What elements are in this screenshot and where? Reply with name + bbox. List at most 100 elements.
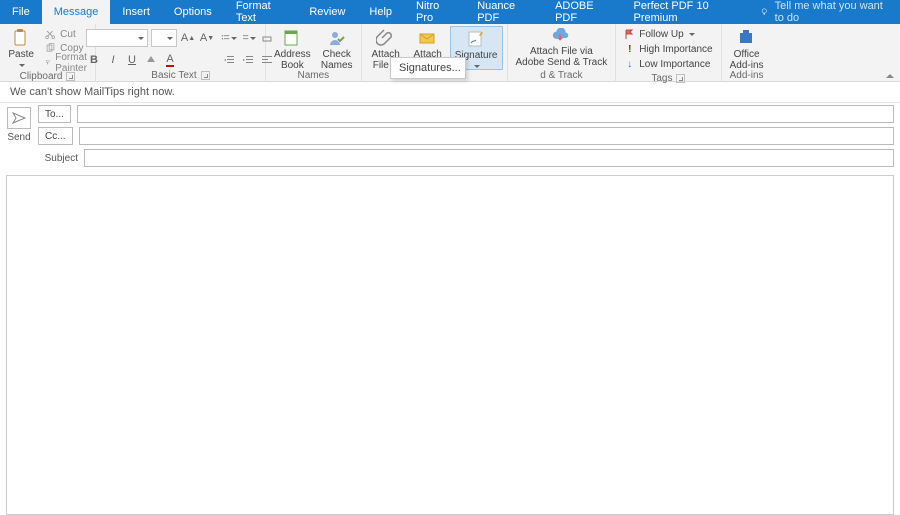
signature-icon: [466, 29, 486, 49]
paste-button[interactable]: Paste: [1, 26, 41, 70]
lightbulb-icon: [760, 7, 769, 17]
format-painter-button[interactable]: Format Painter: [45, 56, 92, 69]
chevron-down-icon: [474, 65, 480, 68]
compose-header: Send To... Cc... Subject: [0, 103, 900, 169]
to-button[interactable]: To...: [38, 105, 71, 123]
cut-label: Cut: [60, 29, 76, 40]
underline-button[interactable]: U: [124, 52, 140, 68]
chevron-down-icon: [138, 37, 144, 40]
highlight-button[interactable]: [143, 52, 159, 68]
italic-button[interactable]: I: [105, 52, 121, 68]
font-size-combo[interactable]: [151, 29, 177, 47]
adobe-send-track-button[interactable]: Attach File via Adobe Send & Track: [512, 26, 612, 70]
tab-file[interactable]: File: [0, 0, 42, 24]
chevron-down-icon: [19, 64, 25, 67]
tell-me-label: Tell me what you want to do: [775, 0, 890, 24]
outdent-icon: [223, 54, 235, 66]
follow-up-label: Follow Up: [639, 29, 683, 40]
group-addins: Office Add-ins Add-ins: [722, 24, 772, 82]
numbering-button[interactable]: [240, 30, 256, 46]
signature-dropdown: Signatures...: [390, 57, 466, 79]
arrow-down-icon: ↓: [624, 59, 635, 70]
address-book-icon: [282, 28, 302, 48]
tab-nuance-pdf[interactable]: Nuance PDF: [465, 0, 543, 24]
tell-me-search[interactable]: Tell me what you want to do: [750, 0, 900, 24]
tab-adobe-pdf[interactable]: ADOBE PDF: [543, 0, 621, 24]
flag-icon: [624, 29, 635, 40]
address-book-label: Address Book: [274, 49, 311, 71]
format-painter-icon: [45, 57, 51, 68]
paste-icon: [11, 28, 31, 48]
bullets-icon: [221, 32, 230, 44]
mailtips-bar: We can't show MailTips right now.: [0, 82, 900, 103]
adobe-send-track-label: Attach File via Adobe Send & Track: [516, 46, 608, 68]
send-icon: [12, 112, 26, 124]
address-book-button[interactable]: Address Book: [270, 26, 315, 70]
addins-icon: [737, 28, 757, 48]
menubar: File Message Insert Options Format Text …: [0, 0, 900, 24]
grow-font-button[interactable]: A▲: [180, 30, 196, 46]
tab-help[interactable]: Help: [357, 0, 404, 24]
check-names-label: Check Names: [321, 49, 353, 71]
cc-input[interactable]: [79, 127, 894, 145]
high-importance-button[interactable]: ! High Importance: [624, 43, 712, 56]
subject-input[interactable]: [84, 149, 894, 167]
group-names-label: Names: [298, 70, 330, 81]
bullets-button[interactable]: [221, 30, 237, 46]
cc-button[interactable]: Cc...: [38, 127, 73, 145]
office-addins-label: Office Add-ins: [730, 49, 764, 71]
tab-format-text[interactable]: Format Text: [224, 0, 298, 24]
paperclip-icon: [376, 28, 396, 48]
adobe-cloud-icon: [551, 28, 571, 45]
clipboard-launcher[interactable]: [66, 72, 75, 81]
basic-text-launcher[interactable]: [201, 71, 210, 80]
send-label: Send: [7, 132, 30, 143]
paste-label: Paste: [8, 49, 34, 60]
highlight-icon: [145, 54, 157, 66]
group-tags: Follow Up ! High Importance ↓ Low Import…: [616, 24, 721, 82]
tags-launcher[interactable]: [676, 74, 685, 83]
low-importance-label: Low Importance: [639, 59, 710, 70]
group-tags-label: Tags: [651, 73, 672, 84]
decrease-indent-button[interactable]: [221, 52, 237, 68]
tab-insert[interactable]: Insert: [110, 0, 162, 24]
message-body-editor[interactable]: [6, 175, 894, 515]
group-adobe-label: d & Track: [540, 70, 582, 81]
tab-options[interactable]: Options: [162, 0, 224, 24]
follow-up-button[interactable]: Follow Up: [624, 28, 712, 41]
check-names-icon: [327, 28, 347, 48]
subject-label: Subject: [38, 153, 78, 164]
group-addins-label: Add-ins: [730, 70, 764, 81]
increase-indent-button[interactable]: [240, 52, 256, 68]
send-button[interactable]: [7, 107, 31, 129]
bold-button[interactable]: B: [86, 52, 102, 68]
tab-nitro-pro[interactable]: Nitro Pro: [404, 0, 465, 24]
cut-button[interactable]: Cut: [45, 28, 92, 41]
signatures-menu-item[interactable]: Signatures...: [391, 58, 465, 78]
chevron-down-icon: [689, 33, 695, 36]
tab-message[interactable]: Message: [42, 0, 111, 24]
high-importance-label: High Importance: [639, 44, 712, 55]
font-name-combo[interactable]: [86, 29, 148, 47]
tab-review[interactable]: Review: [297, 0, 357, 24]
chevron-down-icon: [167, 37, 173, 40]
font-color-button[interactable]: A: [162, 52, 178, 68]
tab-perfect-pdf[interactable]: Perfect PDF 10 Premium: [622, 0, 751, 24]
office-addins-button[interactable]: Office Add-ins: [726, 26, 768, 70]
group-basic-text-label: Basic Text: [151, 70, 196, 81]
attach-item-icon: [418, 28, 438, 48]
to-input[interactable]: [77, 105, 894, 123]
group-adobe: Attach File via Adobe Send & Track d & T…: [508, 24, 617, 82]
exclamation-icon: !: [624, 44, 635, 55]
group-basic-text: A▲ A▼ B I U A: [96, 24, 266, 82]
numbering-icon: [240, 32, 249, 44]
scissors-icon: [45, 29, 56, 40]
chevron-down-icon: [231, 37, 237, 40]
shrink-font-button[interactable]: A▼: [199, 30, 215, 46]
collapse-ribbon-button[interactable]: [886, 74, 894, 78]
check-names-button[interactable]: Check Names: [317, 26, 357, 70]
chevron-down-icon: [250, 37, 256, 40]
group-clipboard-label: Clipboard: [20, 71, 63, 82]
low-importance-button[interactable]: ↓ Low Importance: [624, 58, 712, 71]
indent-icon: [242, 54, 254, 66]
